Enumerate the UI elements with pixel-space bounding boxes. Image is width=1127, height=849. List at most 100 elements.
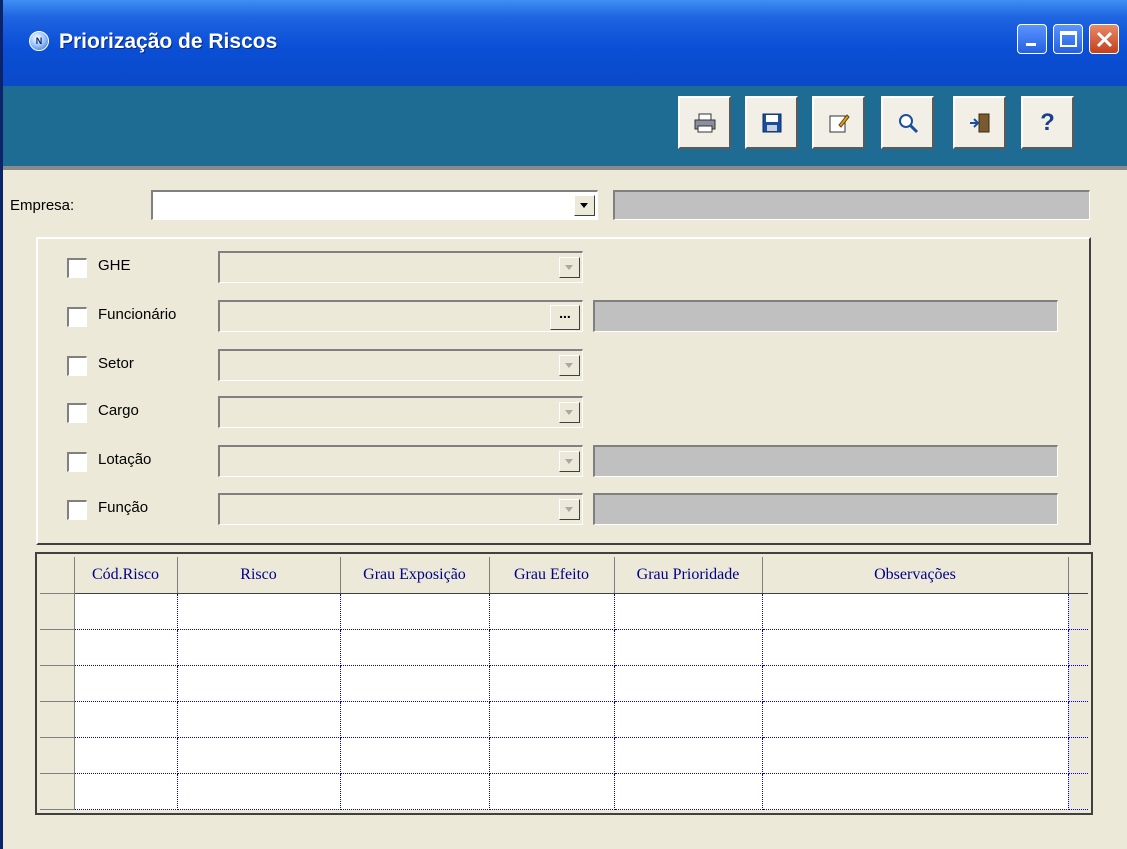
grid-cell[interactable] (74, 701, 178, 738)
grid-cell[interactable] (489, 773, 615, 810)
ghe-dropdown-arrow-icon[interactable] (559, 257, 580, 278)
empresa-description-field (613, 190, 1090, 220)
cargo-dropdown-arrow-icon[interactable] (559, 402, 580, 423)
grid-cell[interactable] (340, 593, 490, 630)
column-header-observacoes[interactable]: Observações (762, 557, 1069, 594)
grid-cell[interactable] (614, 629, 763, 666)
grid-cell[interactable] (489, 593, 615, 630)
row-indicator[interactable] (40, 773, 75, 810)
lotacao-dropdown-arrow-icon[interactable] (559, 451, 580, 472)
table-row[interactable] (40, 701, 1088, 738)
funcionario-field[interactable]: ... (218, 300, 583, 332)
ghe-checkbox[interactable] (67, 258, 87, 278)
grid-cell[interactable] (614, 737, 763, 774)
row-indicator[interactable] (40, 701, 75, 738)
table-row[interactable] (40, 773, 1088, 810)
funcionario-checkbox[interactable] (67, 307, 87, 327)
grid-cell[interactable] (489, 701, 615, 738)
printer-icon (694, 113, 716, 133)
print-button[interactable] (678, 96, 731, 149)
column-header-grau-exposicao[interactable]: Grau Exposição (340, 557, 490, 594)
toolbar: ? (3, 86, 1127, 170)
grid-cell[interactable] (340, 773, 490, 810)
funcao-description-field (593, 493, 1058, 525)
cargo-checkbox[interactable] (67, 403, 87, 423)
grid-cell[interactable] (340, 701, 490, 738)
cargo-combobox[interactable] (218, 396, 583, 428)
grid-cell[interactable] (340, 665, 490, 702)
grid-cell[interactable] (177, 593, 341, 630)
grid-cell[interactable] (489, 737, 615, 774)
grid-filler-cell (1068, 737, 1088, 774)
grid-cell[interactable] (762, 737, 1069, 774)
setor-combobox[interactable] (218, 349, 583, 381)
setor-checkbox[interactable] (67, 356, 87, 376)
grid-cell[interactable] (74, 665, 178, 702)
grid-cell[interactable] (762, 701, 1069, 738)
empresa-dropdown-arrow-icon[interactable] (574, 195, 595, 216)
grid-cell[interactable] (340, 737, 490, 774)
grid-cell[interactable] (762, 629, 1069, 666)
grid-cell[interactable] (177, 665, 341, 702)
funcao-checkbox[interactable] (67, 500, 87, 520)
setor-dropdown-arrow-icon[interactable] (559, 355, 580, 376)
app-logo-icon: N (29, 31, 49, 51)
row-indicator[interactable] (40, 737, 75, 774)
exit-button[interactable] (953, 96, 1006, 149)
risks-grid[interactable]: Cód.Risco Risco Grau Exposição Grau Efei… (35, 552, 1093, 815)
grid-cell[interactable] (177, 773, 341, 810)
grid-cell[interactable] (177, 701, 341, 738)
grid-filler-cell (1068, 773, 1088, 810)
grid-header-row: Cód.Risco Risco Grau Exposição Grau Efei… (40, 557, 1088, 594)
application-window: N Priorização de Riscos ? Empresa: GHE F… (0, 0, 1127, 849)
minimize-button[interactable] (1017, 24, 1047, 54)
table-row[interactable] (40, 737, 1088, 774)
grid-cell[interactable] (762, 773, 1069, 810)
grid-cell[interactable] (762, 665, 1069, 702)
save-button[interactable] (745, 96, 798, 149)
empresa-combobox[interactable] (151, 190, 598, 220)
grid-cell[interactable] (177, 629, 341, 666)
column-header-grau-efeito[interactable]: Grau Efeito (489, 557, 615, 594)
maximize-button[interactable] (1053, 24, 1083, 54)
grid-cell[interactable] (74, 629, 178, 666)
grid-cell[interactable] (177, 737, 341, 774)
row-indicator[interactable] (40, 665, 75, 702)
grid-cell[interactable] (614, 773, 763, 810)
funcionario-lookup-button[interactable]: ... (550, 305, 580, 330)
grid-cell[interactable] (614, 593, 763, 630)
funcao-label: Função (98, 499, 149, 516)
search-button[interactable] (881, 96, 934, 149)
column-header-risco[interactable]: Risco (177, 557, 341, 594)
grid-cell[interactable] (74, 773, 178, 810)
grid-cell[interactable] (614, 701, 763, 738)
grid-cell[interactable] (340, 629, 490, 666)
grid-cell[interactable] (74, 737, 178, 774)
grid-filler-cell (1068, 629, 1088, 666)
funcao-combobox[interactable] (218, 493, 583, 525)
close-button[interactable] (1089, 24, 1119, 54)
grid-cell[interactable] (614, 665, 763, 702)
row-indicator[interactable] (40, 629, 75, 666)
table-row[interactable] (40, 629, 1088, 666)
help-button[interactable]: ? (1021, 96, 1074, 149)
grid-cell[interactable] (762, 593, 1069, 630)
grid-header-filler (1068, 557, 1088, 594)
lotacao-combobox[interactable] (218, 445, 583, 477)
funcao-dropdown-arrow-icon[interactable] (559, 499, 580, 520)
grid-filler-cell (1068, 665, 1088, 702)
grid-cell[interactable] (489, 665, 615, 702)
grid-body (40, 593, 1088, 810)
lotacao-checkbox[interactable] (67, 452, 87, 472)
ghe-combobox[interactable] (218, 251, 583, 283)
row-indicator[interactable] (40, 593, 75, 630)
column-header-grau-prioridade[interactable]: Grau Prioridade (614, 557, 763, 594)
column-header-cod-risco[interactable]: Cód.Risco (74, 557, 178, 594)
grid-cell[interactable] (489, 629, 615, 666)
table-row[interactable] (40, 593, 1088, 630)
edit-button[interactable] (812, 96, 865, 149)
title-bar[interactable]: N Priorização de Riscos (3, 0, 1127, 86)
table-row[interactable] (40, 665, 1088, 702)
grid-filler-cell (1068, 701, 1088, 738)
grid-cell[interactable] (74, 593, 178, 630)
